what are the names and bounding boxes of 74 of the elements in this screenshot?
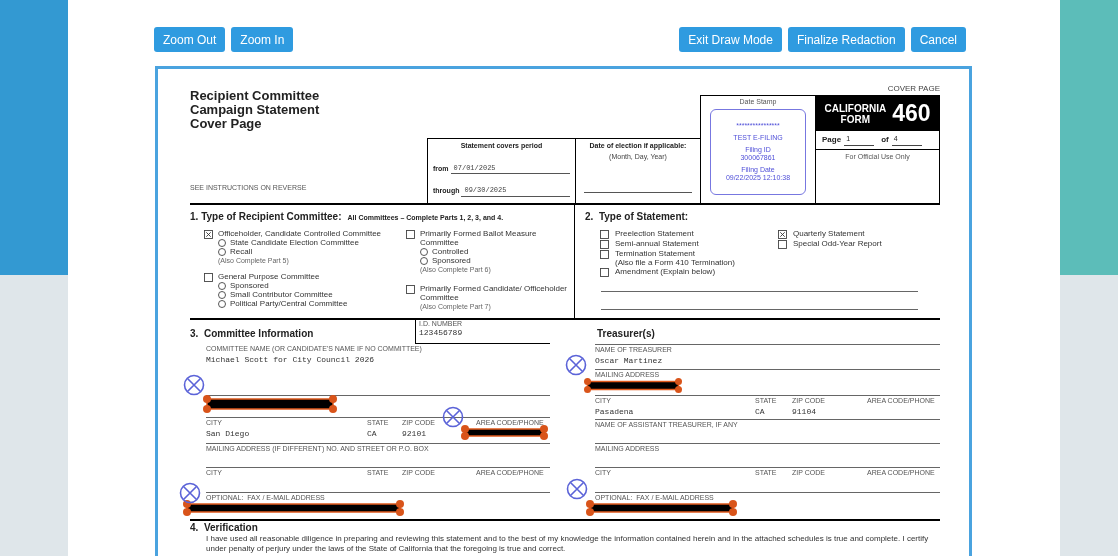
option-label: Sponsored [230,281,269,290]
note-text: (Also file a Form 410 Termination) [615,258,735,267]
page-of-label: of [881,134,889,146]
close-icon[interactable] [566,478,588,500]
checkbox[interactable] [778,240,787,249]
radio-button[interactable] [218,247,226,256]
verification-text: I have used all reasonable diligence in preparing and reviewing this statement and to the best of my knowledge the information contained herein and in the attached schedules is true and complete. I certify under penalty of perjury under the laws of the State of California that the foregoing is true and correct. [205,534,930,554]
field-value: CA [755,408,765,416]
checkbox[interactable] [778,230,787,239]
field-value: 91104 [792,408,816,416]
checkbox[interactable] [204,230,213,239]
option-label: Primarily Formed Candidate/ Officeholder Committee [420,284,569,302]
radio-button[interactable] [218,290,226,299]
badge-word: FORM [840,113,871,125]
field-value: San Diego [206,430,250,438]
radio-button[interactable] [218,281,226,290]
toolbar-button[interactable]: Cancel [910,27,966,52]
checkbox[interactable] [600,240,609,249]
toolbar-button[interactable]: Exit Draw Mode [679,27,782,52]
close-icon[interactable] [179,482,201,504]
radio-button[interactable] [420,247,428,256]
section-title: Treasurer(s) [596,327,656,341]
checkbox[interactable] [406,285,415,294]
checkbox[interactable] [600,230,609,239]
zoom-button[interactable]: Zoom In [231,27,294,52]
option-label: Controlled [432,247,469,256]
radio-button[interactable] [420,256,428,265]
option-label: Recall [230,247,253,256]
form-number: 460 [892,99,931,129]
redaction-box[interactable] [460,424,549,441]
option-label: Political Party/Central Committee [230,299,348,308]
option-label: Officeholder, Candidate Controlled Committee [218,229,382,238]
option-label: Special Odd-Year Report [793,239,882,248]
redaction-box[interactable] [202,394,338,414]
zoom-button[interactable]: Zoom Out [154,27,226,52]
badge-state: CALIFORNIA [824,102,887,114]
radio-button[interactable] [218,299,226,308]
redaction-box[interactable] [582,376,683,394]
option-label: Preelection Statement [615,229,694,238]
field-value: 92101 [402,430,426,438]
option-label: Semi-annual Statement [615,239,699,248]
field-value: Oscar Martinez [595,357,663,365]
field-value: CA [367,430,377,438]
close-icon[interactable] [183,374,205,396]
section-title: 2. Type of Statement: [585,210,690,224]
section-title: 3. Committee Information [190,327,315,341]
field-value: Michael Scott for City Council 2026 [206,356,375,364]
option-label: Amendment (Explain below) [615,267,716,276]
checkbox[interactable] [204,273,213,282]
option-label: Sponsored [432,256,471,265]
field-value: Pasadena [595,408,634,416]
section-title: 4. Verification [190,521,259,534]
checkbox[interactable] [600,268,609,277]
redaction-box[interactable] [585,499,738,517]
field-value: 123456789 [419,328,464,338]
redaction-box[interactable] [182,499,405,517]
form-title: Campaign Statement [190,103,321,117]
option-label: Small Contributor Committee [230,290,333,299]
cover-page-label: COVER PAGE [887,83,940,95]
page-label: Page [822,134,842,146]
close-icon[interactable] [442,406,464,428]
radio-button[interactable] [218,238,226,247]
checkbox[interactable] [406,230,415,239]
option-label: Termination Statement [615,249,697,258]
checkbox[interactable] [600,250,609,259]
form-title: Cover Page [190,117,263,131]
toolbar-button[interactable]: Finalize Redaction [787,27,905,52]
option-label: Primarily Formed Ballot Measure Committee [420,229,538,247]
form-title: Recipient Committee [190,89,321,103]
close-icon[interactable] [565,354,587,376]
option-label: Quarterly Statement [793,229,865,238]
section-title: 1. Type of Recipient Committee: [190,210,342,224]
option-label: State Candidate Election Committee [230,238,359,247]
option-label: General Purpose Committee [218,272,321,281]
